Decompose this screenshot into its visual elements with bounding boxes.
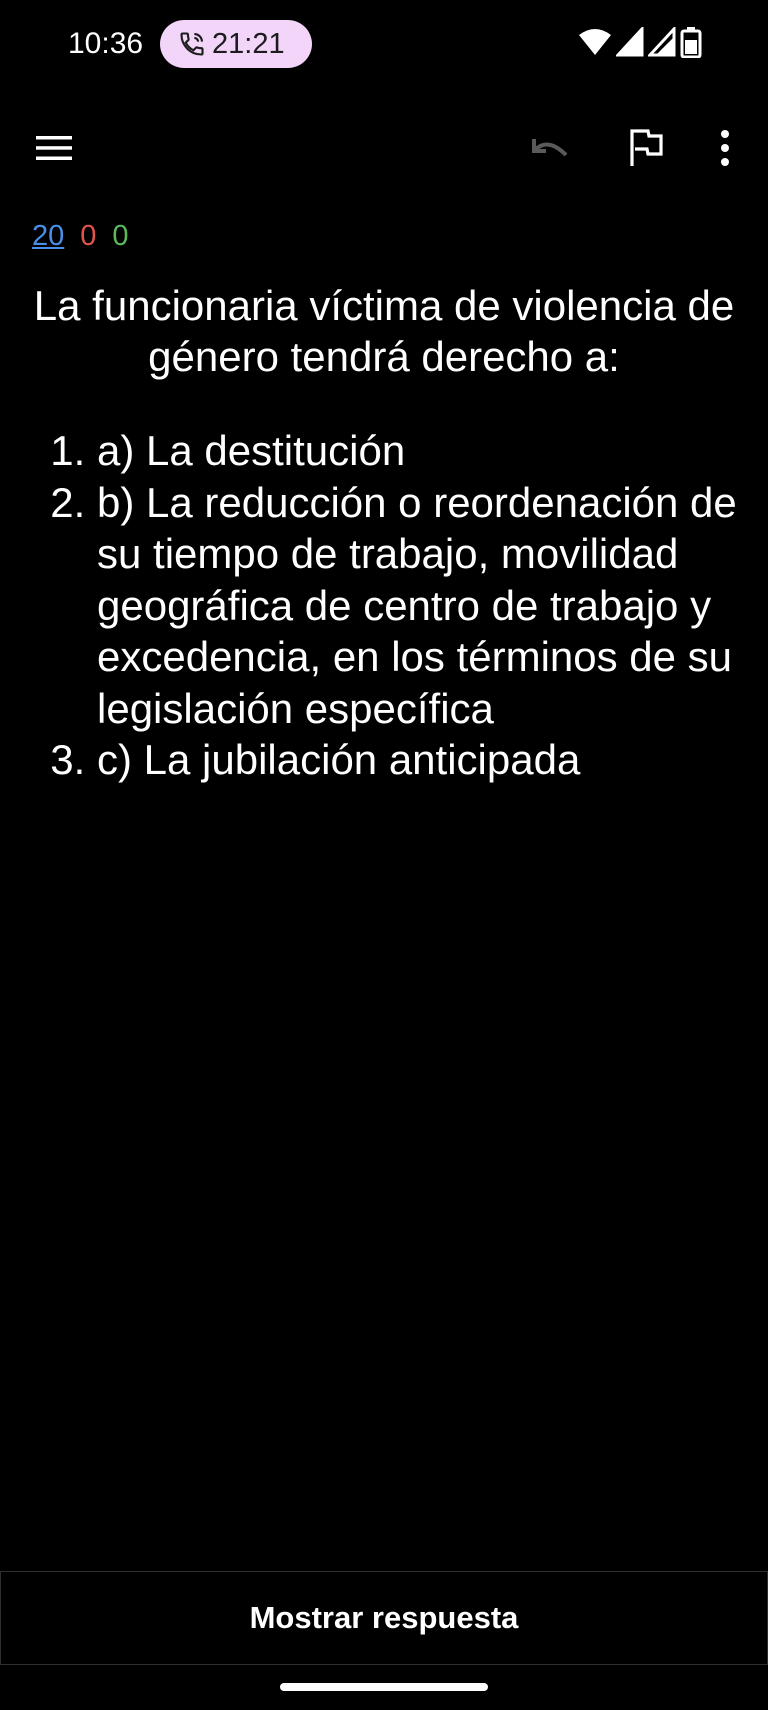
- undo-button[interactable]: [522, 120, 578, 176]
- signal-icon: [616, 27, 644, 57]
- battery-icon: [680, 27, 702, 58]
- status-icons: [578, 26, 702, 58]
- home-indicator[interactable]: [280, 1683, 488, 1691]
- signal-icon: [648, 27, 676, 57]
- ongoing-call-chip[interactable]: 21:21: [160, 20, 312, 68]
- call-timer: 21:21: [212, 28, 285, 60]
- answer-option: a) La destitución: [97, 425, 740, 477]
- phone-call-icon: [180, 32, 204, 56]
- toolbar: [0, 100, 768, 196]
- show-answer-button[interactable]: Mostrar respuesta: [0, 1571, 768, 1665]
- new-count[interactable]: 20: [32, 218, 64, 254]
- learning-count: 0: [80, 220, 97, 252]
- wifi-icon: [579, 29, 611, 55]
- card-question: La funcionaria víctima de violencia de g…: [33, 282, 735, 380]
- status-time: 10:36: [68, 27, 144, 60]
- undo-icon: [532, 139, 568, 157]
- more-vert-icon: [721, 130, 729, 166]
- review-count: 0: [112, 220, 129, 252]
- answer-option: b) La reducción o reordenación de su tie…: [97, 477, 740, 735]
- answer-options-list: a) La destitución b) La reducción o reor…: [0, 425, 740, 786]
- more-options-button[interactable]: [697, 120, 753, 176]
- status-bar: 10:36 21:21: [0, 0, 768, 88]
- flag-button[interactable]: [618, 120, 674, 176]
- flag-icon: [630, 129, 663, 166]
- menu-button[interactable]: [26, 120, 82, 176]
- hamburger-menu-icon: [36, 136, 72, 160]
- card-counts: 20 0 0: [32, 218, 129, 254]
- answer-option: c) La jubilación anticipada: [97, 734, 740, 786]
- show-answer-label: Mostrar respuesta: [249, 1600, 519, 1635]
